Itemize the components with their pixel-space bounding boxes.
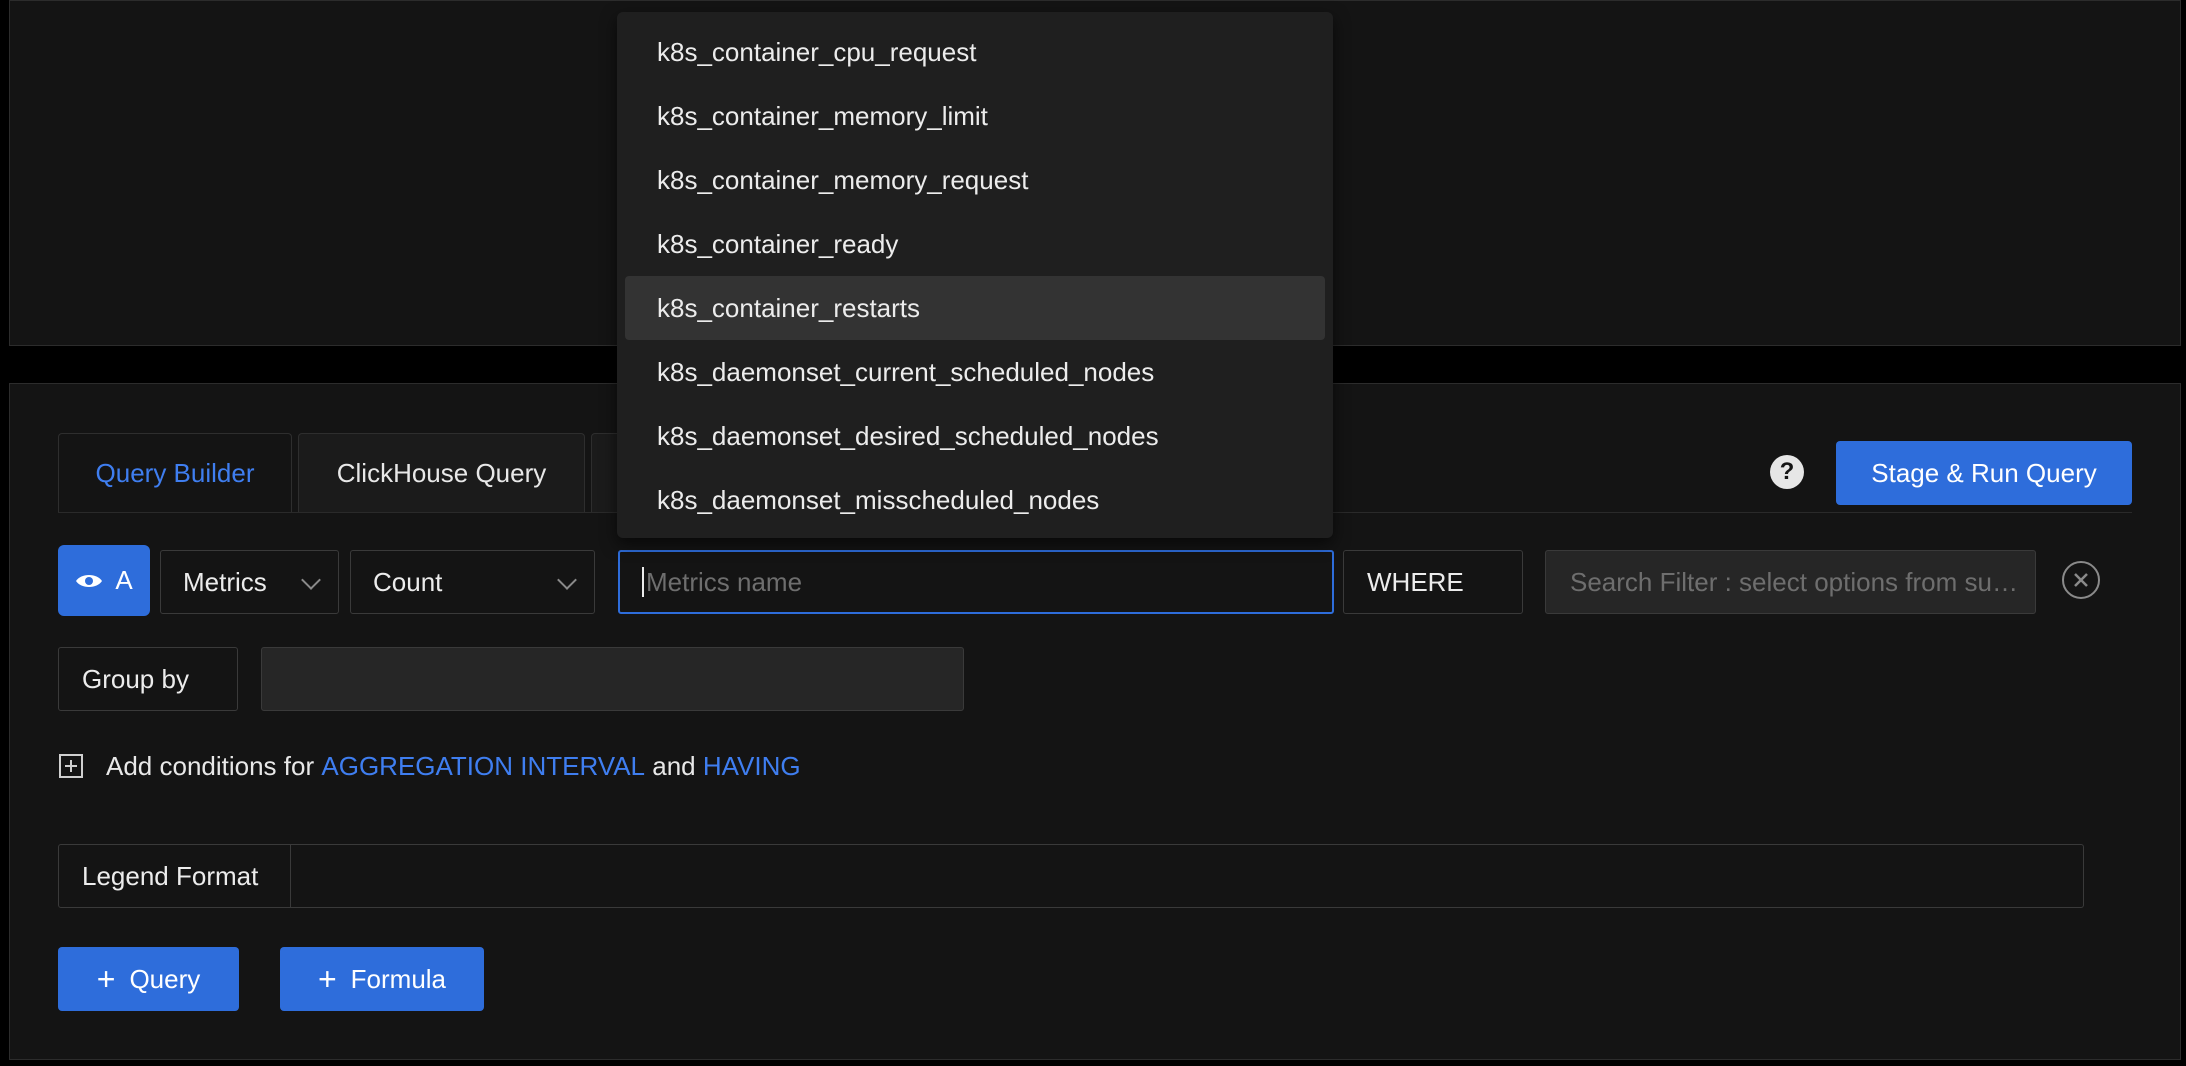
metrics-name-placeholder: Metrics name xyxy=(646,566,803,597)
legend-format-label: Legend Format xyxy=(59,845,291,907)
search-filter-input[interactable]: Search Filter : select options from sugg… xyxy=(1545,550,2036,614)
query-letter: A xyxy=(115,565,133,595)
aggregation-value: Count xyxy=(373,566,443,597)
dropdown-option[interactable]: k8s_container_memory_request xyxy=(625,148,1325,212)
where-text: WHERE xyxy=(1367,566,1464,597)
chevron-down-icon xyxy=(301,570,321,590)
query-type-tabs: Query Builder ClickHouse Query xyxy=(58,433,637,513)
where-label: WHERE xyxy=(1343,550,1523,614)
tab-clickhouse-query[interactable]: ClickHouse Query xyxy=(298,433,585,513)
add-conditions-row[interactable]: Add conditions for AGGREGATION INTERVAL … xyxy=(58,746,801,786)
dropdown-option[interactable]: k8s_container_ready xyxy=(625,212,1325,276)
dropdown-option[interactable]: k8s_daemonset_current_scheduled_nodes xyxy=(625,340,1325,404)
conditions-prefix: Add conditions for xyxy=(106,750,315,781)
stage-run-query-button[interactable]: Stage & Run Query xyxy=(1836,441,2132,505)
chevron-down-icon xyxy=(557,570,577,590)
dropdown-option[interactable]: k8s_container_memory_limit xyxy=(625,84,1325,148)
add-formula-label: Formula xyxy=(350,963,447,994)
search-filter-placeholder: Search Filter : select options from sugg… xyxy=(1570,566,2020,597)
help-icon[interactable]: ? xyxy=(1770,455,1804,489)
plus-icon: + xyxy=(96,960,116,997)
group-by-label: Group by xyxy=(58,647,238,711)
dropdown-option[interactable]: k8s_container_cpu_request xyxy=(625,20,1325,84)
dropdown-option[interactable]: k8s_container_restarts xyxy=(625,276,1325,340)
plus-square-icon xyxy=(59,754,83,778)
having-link[interactable]: HAVING xyxy=(703,751,801,782)
eye-icon xyxy=(76,574,103,587)
remove-query-button[interactable] xyxy=(2062,561,2100,599)
plus-icon: + xyxy=(317,960,337,997)
dropdown-option[interactable]: k8s_daemonset_desired_scheduled_nodes xyxy=(625,404,1325,468)
data-source-value: Metrics xyxy=(183,566,267,597)
conditions-and: and xyxy=(652,750,696,781)
aggregation-select[interactable]: Count xyxy=(350,550,595,614)
legend-format-input[interactable] xyxy=(291,845,2083,907)
query-visibility-toggle[interactable]: A xyxy=(58,545,150,616)
add-query-label: Query xyxy=(129,963,201,994)
data-source-select[interactable]: Metrics xyxy=(160,550,339,614)
text-cursor xyxy=(642,567,644,597)
close-icon xyxy=(2074,573,2088,587)
add-formula-button[interactable]: + Formula xyxy=(280,947,484,1011)
tab-query-builder[interactable]: Query Builder xyxy=(58,433,292,513)
dropdown-option[interactable]: k8s_daemonset_misscheduled_nodes xyxy=(625,468,1325,532)
group-by-text: Group by xyxy=(82,663,189,694)
aggregation-interval-link[interactable]: AGGREGATION INTERVAL xyxy=(321,751,645,782)
metrics-name-input[interactable]: Metrics name xyxy=(618,550,1334,614)
group-by-input[interactable] xyxy=(261,647,964,711)
legend-format-field: Legend Format xyxy=(58,844,2084,908)
add-query-button[interactable]: + Query xyxy=(58,947,239,1011)
metrics-name-dropdown: k8s_container_cpu_request k8s_container_… xyxy=(617,12,1333,538)
